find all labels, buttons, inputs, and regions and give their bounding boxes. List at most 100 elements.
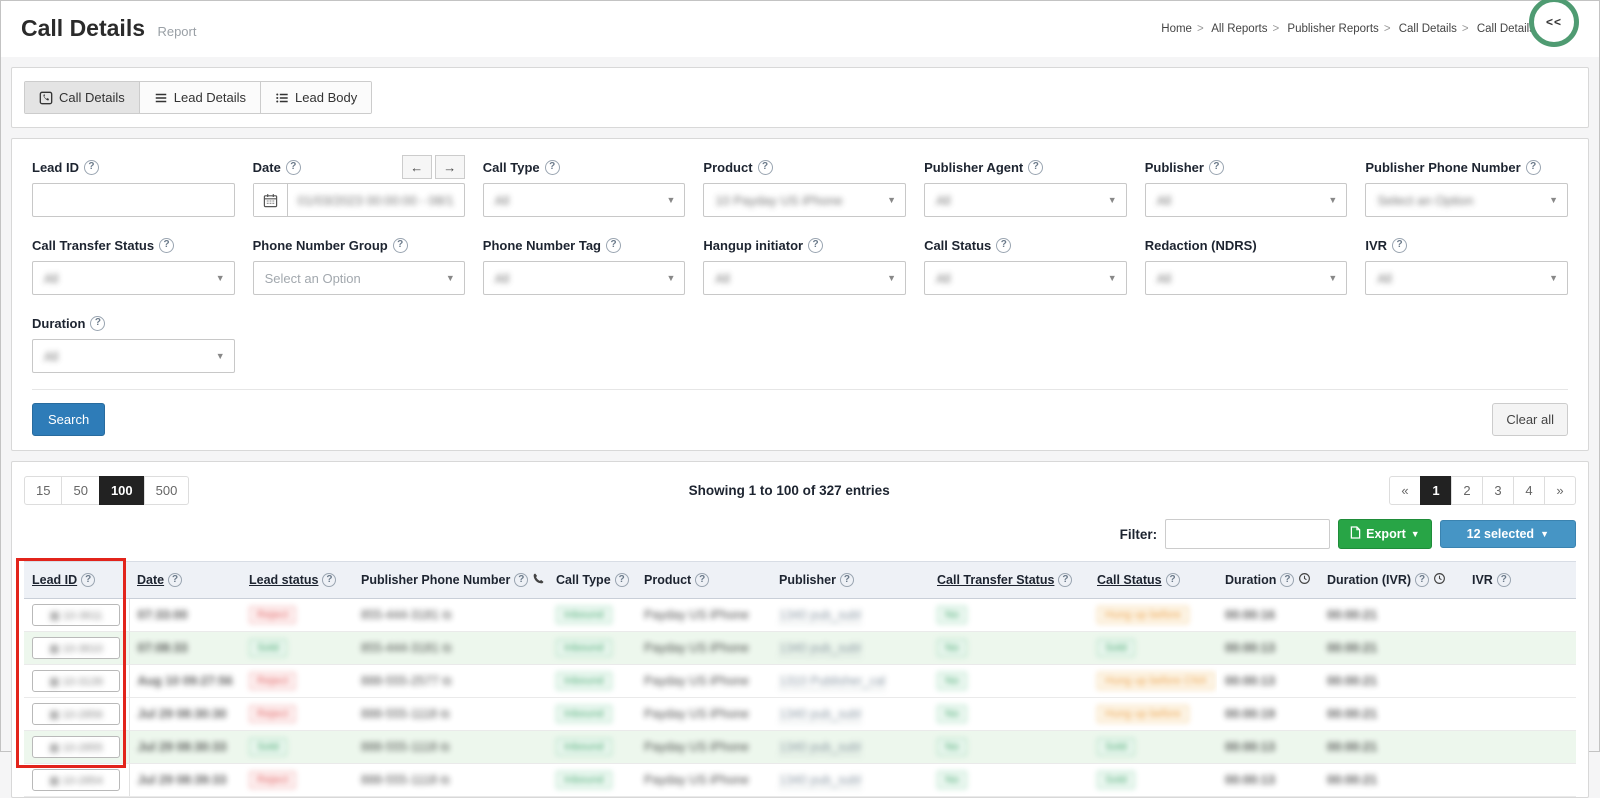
breadcrumb-publisher-reports[interactable]: Publisher Reports xyxy=(1287,23,1378,35)
table-filter-input[interactable] xyxy=(1165,519,1330,549)
tab-lead-body[interactable]: Lead Body xyxy=(261,82,371,113)
page-size-500[interactable]: 500 xyxy=(144,476,190,505)
filter-select-publisher[interactable]: All▼ xyxy=(1145,183,1348,217)
cell-date: Jul 29 08:30:30 xyxy=(129,698,241,731)
lead-id-button[interactable]: ▦ 10-2856 xyxy=(32,703,120,725)
filter-value-ivr: All xyxy=(1377,271,1391,286)
column-header-call-status[interactable]: Call Status? xyxy=(1089,562,1217,599)
filter-select-publisher-agent[interactable]: All▼ xyxy=(924,183,1127,217)
cell-publisher-phone: 888-555-1118 ⧉ xyxy=(353,731,548,764)
column-header-duration-ivr: Duration (IVR)? xyxy=(1319,562,1464,599)
filter-fields-grid: Lead ID?Date?←→01/03/2023 00:00:00 - 08/… xyxy=(32,155,1568,373)
filter-label-call-status: Call Status xyxy=(924,238,991,253)
cell-call-status: Sold xyxy=(1089,764,1217,797)
breadcrumb-all-reports[interactable]: All Reports xyxy=(1211,23,1267,35)
clear-all-button[interactable]: Clear all xyxy=(1492,403,1568,436)
tab-lead-details[interactable]: Lead Details xyxy=(140,82,261,113)
cell-publisher-phone: 855-444-3181 ⧉ xyxy=(353,632,548,665)
filter-input-lead-id[interactable] xyxy=(41,184,226,216)
help-icon: ? xyxy=(1028,160,1043,175)
pagination-page-1[interactable]: 1 xyxy=(1420,476,1452,505)
status-badge: Reject xyxy=(249,705,296,723)
publisher-link[interactable]: 1340 pub_subl xyxy=(779,773,861,789)
page-size-50[interactable]: 50 xyxy=(61,476,99,505)
help-icon: ? xyxy=(286,160,301,175)
publisher-link[interactable]: 1340 pub_subl xyxy=(779,740,861,756)
lead-id-button[interactable]: ▦ 10-2855 xyxy=(32,736,120,758)
pagination-page-2[interactable]: 2 xyxy=(1451,476,1483,505)
cell-lead-status: Reject xyxy=(241,698,353,731)
status-badge: No xyxy=(937,738,967,756)
filter-label-lead-id: Lead ID xyxy=(32,160,79,175)
pagination-next[interactable]: » xyxy=(1544,476,1576,505)
cell-call-type: Inbound xyxy=(548,632,636,665)
filter-label-phone-number-tag: Phone Number Tag xyxy=(483,238,601,253)
publisher-link[interactable]: 1340 pub_subl xyxy=(779,707,861,723)
export-button[interactable]: Export ▼ xyxy=(1338,519,1432,549)
filter-field-phone-number-group: Phone Number Group?Select an Option▼ xyxy=(253,233,465,295)
cell-ivr xyxy=(1464,698,1576,731)
cell-lead-status: Reject xyxy=(241,764,353,797)
filter-label-redaction-ndrs: Redaction (NDRS) xyxy=(1145,238,1257,253)
page-size-15[interactable]: 15 xyxy=(24,476,62,505)
lead-body-icon xyxy=(275,91,289,105)
collapse-panel-button[interactable]: << xyxy=(1529,0,1579,47)
help-icon: ? xyxy=(758,160,773,175)
filter-value-product: 10 Payday US iPhone xyxy=(715,193,842,208)
pagination-page-4[interactable]: 4 xyxy=(1513,476,1545,505)
chevron-down-icon: ▼ xyxy=(1549,273,1558,283)
publisher-link[interactable]: 1340 pub_subl xyxy=(779,608,861,624)
lead-id-button[interactable]: ▦ 10-3139 xyxy=(32,670,120,692)
cell-duration-ivr: 00:00:21 xyxy=(1319,731,1464,764)
publisher-link[interactable]: 1310 Publisher_cal xyxy=(779,674,885,690)
lead-id-button[interactable]: ▦ 10-3610 xyxy=(32,637,120,659)
chevron-down-icon: ▼ xyxy=(667,273,676,283)
help-icon: ? xyxy=(695,573,709,587)
pagination-prev[interactable]: « xyxy=(1389,476,1421,505)
search-button[interactable]: Search xyxy=(32,403,105,436)
cell-date: 07:08:33 xyxy=(129,632,241,665)
filter-select-duration[interactable]: All▼ xyxy=(32,339,235,373)
chevron-down-icon: ▼ xyxy=(667,195,676,205)
filter-label-publisher: Publisher xyxy=(1145,160,1204,175)
breadcrumb-home[interactable]: Home xyxy=(1161,23,1192,35)
next-date-range-button[interactable]: → xyxy=(435,155,465,179)
lead-id-button[interactable]: ▦ 10-3611 xyxy=(32,604,120,626)
cell-ivr xyxy=(1464,665,1576,698)
publisher-link[interactable]: 1340 pub_subl xyxy=(779,641,861,657)
tab-call-details[interactable]: Call Details xyxy=(25,82,140,113)
cell-call-type: Inbound xyxy=(548,698,636,731)
chevron-down-icon: ▼ xyxy=(1328,195,1337,205)
filter-select-publisher-phone-number[interactable]: Select an Option▼ xyxy=(1365,183,1568,217)
status-badge: Sold xyxy=(249,738,287,756)
prev-date-range-button[interactable]: ← xyxy=(402,155,432,179)
lead-id-button[interactable]: ▦ 10-2854 xyxy=(32,769,120,791)
filter-select-hangup-initiator[interactable]: All▼ xyxy=(703,261,906,295)
help-icon: ? xyxy=(393,238,408,253)
filter-select-ivr[interactable]: All ▼ xyxy=(1365,261,1568,295)
status-badge: Inbound xyxy=(556,738,612,756)
filter-field-call-status: Call Status?All▼ xyxy=(924,233,1127,295)
column-header-date[interactable]: Date? xyxy=(129,562,241,599)
filter-select-call-transfer-status[interactable]: All▼ xyxy=(32,261,235,295)
filter-label-call-transfer-status: Call Transfer Status xyxy=(32,238,154,253)
cell-product: Payday US iPhone xyxy=(636,665,771,698)
filter-select-call-status[interactable]: All▼ xyxy=(924,261,1127,295)
column-header-call-transfer-status[interactable]: Call Transfer Status? xyxy=(929,562,1089,599)
help-icon: ? xyxy=(1497,573,1511,587)
pagination: « 1 2 3 4 » xyxy=(1389,476,1576,505)
filter-select-phone-number-tag[interactable]: All▼ xyxy=(483,261,686,295)
filter-input-date[interactable]: 01/03/2023 00:00:00 - 08/1 xyxy=(253,183,465,217)
filter-select-product[interactable]: 10 Payday US iPhone▼ xyxy=(703,183,906,217)
pagination-page-3[interactable]: 3 xyxy=(1482,476,1514,505)
columns-selected-button[interactable]: 12 selected ▼ xyxy=(1440,520,1576,548)
status-badge: Inbound xyxy=(556,606,612,624)
column-header-lead-id[interactable]: Lead ID? xyxy=(24,562,129,599)
filter-select-call-type[interactable]: All▼ xyxy=(483,183,686,217)
column-header-lead-status[interactable]: Lead status? xyxy=(241,562,353,599)
breadcrumb-call-details[interactable]: Call Details xyxy=(1399,23,1457,35)
filter-select-phone-number-group[interactable]: Select an Option▼ xyxy=(253,261,465,295)
page-size-100[interactable]: 100 xyxy=(99,476,145,505)
filter-select-redaction-ndrs[interactable]: All▼ xyxy=(1145,261,1348,295)
breadcrumb-current[interactable]: Call Details xyxy=(1477,23,1535,35)
